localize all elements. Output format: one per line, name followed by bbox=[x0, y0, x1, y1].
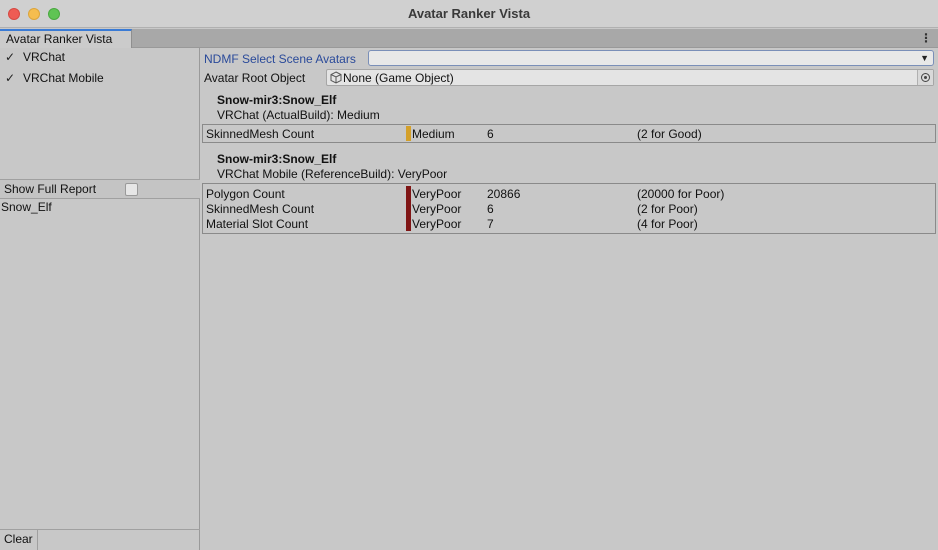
metric-name: SkinnedMesh Count bbox=[206, 202, 315, 216]
table-row: Material Slot Count VeryPoor 7 (4 for Po… bbox=[203, 216, 935, 231]
avatar-list-item[interactable]: Snow_Elf bbox=[1, 200, 52, 214]
more-options-icon[interactable]: ⋮ bbox=[920, 31, 932, 45]
window-title: Avatar Ranker Vista bbox=[407, 6, 531, 21]
app-window: Avatar Ranker Vista Avatar Ranker Vista … bbox=[0, 0, 938, 550]
platform-toggle-vrchat-mobile[interactable]: ✓ VRChat Mobile bbox=[4, 70, 104, 86]
report-subtitle: VRChat (ActualBuild): Medium bbox=[217, 108, 380, 122]
platform-toggle-vrchat[interactable]: ✓ VRChat bbox=[4, 49, 65, 65]
show-full-report-label: Show Full Report bbox=[4, 182, 97, 196]
metric-rank: VeryPoor bbox=[412, 217, 462, 231]
table-row: SkinnedMesh Count VeryPoor 6 (2 for Poor… bbox=[203, 201, 935, 216]
metric-value: 6 bbox=[487, 127, 494, 141]
object-picker-button[interactable] bbox=[917, 70, 933, 85]
platform-label: VRChat bbox=[23, 50, 66, 64]
tab-avatar-ranker-vista[interactable]: Avatar Ranker Vista bbox=[0, 29, 132, 48]
metric-rank: VeryPoor bbox=[412, 202, 462, 216]
checkmark-icon[interactable]: ✓ bbox=[4, 72, 16, 84]
avatar-root-field[interactable]: None (Game Object) bbox=[326, 69, 934, 86]
metric-value: 6 bbox=[487, 202, 494, 216]
metric-value: 20866 bbox=[487, 187, 521, 201]
report-avatar-name: Snow-mir3:Snow_Elf bbox=[217, 93, 337, 107]
report-table: Polygon Count VeryPoor 20866 (20000 for … bbox=[202, 183, 936, 234]
left-panel: ✓ VRChat ✓ VRChat Mobile Show Full Repor… bbox=[0, 48, 200, 550]
rank-bar-medium bbox=[406, 126, 411, 141]
clear-button[interactable]: Clear bbox=[0, 530, 38, 550]
ndmf-select-dropdown[interactable]: ▼ bbox=[368, 50, 934, 66]
show-full-report-row: Show Full Report bbox=[0, 179, 200, 199]
metric-name: Material Slot Count bbox=[206, 217, 309, 231]
metric-threshold: (2 for Poor) bbox=[637, 202, 698, 216]
show-full-report-checkbox[interactable] bbox=[125, 183, 138, 196]
chevron-down-icon: ▼ bbox=[920, 53, 929, 63]
avatar-root-value: None (Game Object) bbox=[343, 71, 454, 85]
metric-rank: Medium bbox=[412, 127, 455, 141]
report-table: SkinnedMesh Count Medium 6 (2 for Good) bbox=[202, 124, 936, 143]
target-icon bbox=[921, 73, 930, 82]
bottom-bar: Clear bbox=[0, 529, 200, 550]
platform-label: VRChat Mobile bbox=[23, 71, 104, 85]
rank-bar-verypoor bbox=[406, 216, 411, 231]
metric-threshold: (20000 for Poor) bbox=[637, 187, 725, 201]
rank-bar-verypoor bbox=[406, 201, 411, 216]
table-row: Polygon Count VeryPoor 20866 (20000 for … bbox=[203, 186, 935, 201]
metric-value: 7 bbox=[487, 217, 494, 231]
tab-strip: Avatar Ranker Vista ⋮ bbox=[0, 29, 938, 48]
game-object-icon bbox=[330, 71, 342, 84]
avatar-root-label: Avatar Root Object bbox=[204, 71, 306, 85]
report-subtitle: VRChat Mobile (ReferenceBuild): VeryPoor bbox=[217, 167, 448, 181]
rank-bar-verypoor bbox=[406, 186, 411, 201]
title-bar: Avatar Ranker Vista bbox=[0, 0, 938, 28]
metric-name: SkinnedMesh Count bbox=[206, 127, 315, 141]
table-row: SkinnedMesh Count Medium 6 (2 for Good) bbox=[203, 126, 935, 141]
metric-threshold: (4 for Poor) bbox=[637, 217, 698, 231]
metric-rank: VeryPoor bbox=[412, 187, 462, 201]
metric-name: Polygon Count bbox=[206, 187, 285, 201]
right-panel: NDMF Select Scene Avatars ▼ Avatar Root … bbox=[201, 48, 938, 550]
report-avatar-name: Snow-mir3:Snow_Elf bbox=[217, 152, 337, 166]
ndmf-select-label: NDMF Select Scene Avatars bbox=[204, 52, 356, 66]
metric-threshold: (2 for Good) bbox=[637, 127, 702, 141]
checkmark-icon[interactable]: ✓ bbox=[4, 51, 16, 63]
